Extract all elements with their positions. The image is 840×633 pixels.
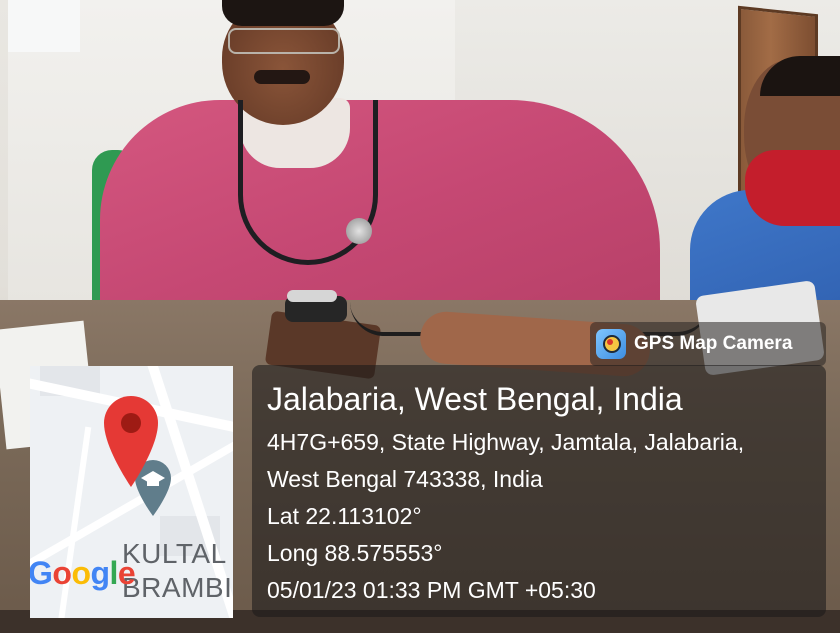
longitude-text: Long 88.575553°	[267, 540, 443, 566]
mustache	[254, 70, 310, 84]
google-logo-letter: G	[30, 555, 53, 591]
gps-map-camera-icon	[596, 329, 626, 359]
stethoscope-chestpiece	[346, 218, 372, 244]
gps-map-camera-badge: GPS Map Camera	[590, 322, 826, 366]
doctor-hair	[222, 0, 344, 26]
window	[8, 0, 80, 52]
google-logo: Google	[30, 555, 136, 592]
google-logo-letter: e	[117, 555, 136, 591]
address-line-2: West Bengal 743338, India	[267, 466, 543, 492]
google-logo-letter: o	[52, 555, 72, 591]
glasses	[228, 28, 340, 54]
badge-label: GPS Map Camera	[634, 333, 793, 354]
map-place-label: BRAMBI	[122, 572, 233, 603]
bp-dial	[287, 290, 337, 302]
timestamp-text: 05/01/23 01:33 PM GMT +05:30	[267, 577, 596, 603]
map-thumbnail[interactable]: KULTAL BRAMBI Google	[30, 366, 233, 618]
location-info-panel: Jalabaria, West Bengal, India 4H7G+659, …	[252, 365, 826, 617]
google-logo-letter: l	[109, 555, 119, 591]
location-title: Jalabaria, West Bengal, India	[267, 381, 683, 417]
google-logo-letter: g	[90, 555, 110, 591]
face-mask	[745, 150, 840, 226]
map-place-label: KULTAL	[122, 538, 227, 569]
location-pin-icon	[104, 396, 158, 487]
address-line-1: 4H7G+659, State Highway, Jamtala, Jalaba…	[267, 429, 745, 455]
latitude-text: Lat 22.113102°	[267, 503, 422, 529]
google-logo-letter: o	[71, 555, 91, 591]
